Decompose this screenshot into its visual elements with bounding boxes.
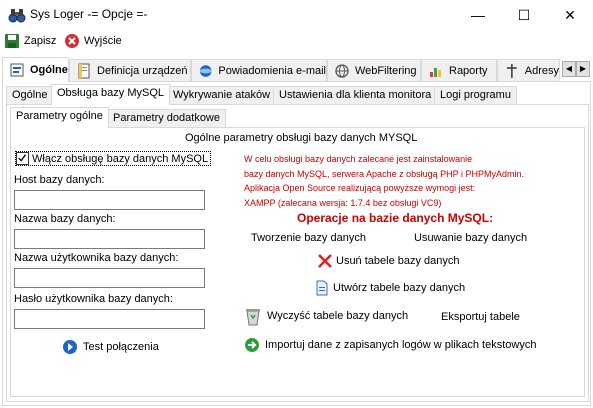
chart-icon [430,67,441,77]
innertab-additional-params[interactable]: Parametry dodatkowe [107,109,226,128]
user-input[interactable] [14,268,205,288]
close-button[interactable]: ✕ [547,0,593,30]
mysql-info-note: W celu obsługi bazy danych zalecane jest… [244,152,524,210]
subtab-attack-detection[interactable]: Wykrywanie ataków [167,86,277,105]
clear-tables-label: Wyczyść tabele bazy danych [267,310,409,322]
check-mark-icon [18,154,27,162]
section-title: Ogólne parametry obsługi bazy danych MYS… [185,132,418,144]
window-title: Sys Loger -= Opcje =- [30,7,148,21]
subtab-monitor-client[interactable]: Ustawienia dla klienta monitora [273,86,438,105]
exit-label: Wyjście [84,35,122,47]
create-tables-label: Utwórz tabele bazy danych [333,282,466,294]
note-line: Aplikacja Open Source realizującą powyżs… [244,183,476,193]
pin-icon [506,63,517,78]
tab-general[interactable]: Ogólne [2,57,69,82]
document-icon [78,63,90,78]
import-logs-button[interactable]: Importuj dane z zapisanych logów w plika… [244,337,536,353]
tab-webfiltering[interactable]: WebFiltering [327,59,421,81]
subtab-program-logs[interactable]: Logi programu [434,86,517,105]
title-bar: Sys Loger -= Opcje =- — ☐ ✕ [0,0,593,30]
tab-scroll-right-button[interactable]: ▶ [576,61,590,77]
innertab-general-params[interactable]: Parametry ogólne [10,107,109,128]
dbname-label: Nazwa bazy danych: [14,213,116,225]
binoculars-app-icon [8,9,26,23]
tab-device-definition[interactable]: Definicja urządzeń [69,59,191,81]
minimize-button[interactable]: — [455,0,501,30]
arrow-right-circle-icon [63,340,77,354]
subtab-mysql[interactable]: Obsługa bazy MySQL [51,84,170,105]
note-line: W celu obsługi bazy danych zalecane jest… [244,154,473,164]
main-tab-strip: Ogólne Definicja urządzeń Powiadomienia … [0,57,593,82]
tab-webfiltering-label: WebFiltering [355,64,417,77]
floppy-disk-icon [5,34,19,48]
user-label: Nazwa użytkownika bazy danych: [14,252,179,264]
tab-reports-label: Raporty [449,64,488,77]
delete-tables-label: Usuń tabele bazy danych [336,255,460,267]
green-arrow-icon [245,338,259,352]
clear-tables-button[interactable]: Wyczyść tabele bazy danych [244,306,408,326]
exit-button[interactable]: Wyjście [64,32,122,50]
note-line: XAMPP (zalecana wersja: 1.7.4 bez obsług… [244,197,442,208]
subtab-general[interactable]: Ogólne [6,86,54,105]
password-input[interactable] [14,309,205,329]
host-label: Host bazy danych: [14,174,105,186]
tab-general-label: Ogólne [30,64,68,76]
recycle-bin-icon [246,309,260,326]
tab-email-notifications[interactable]: Powiadomienia e-mail [191,59,327,81]
close-circle-icon [65,34,79,48]
delete-tables-button[interactable]: Usuń tabele bazy danych [317,253,460,269]
tab-reports[interactable]: Raporty [421,59,497,81]
mail-globe-icon [199,64,212,77]
operations-heading: Operacje na bazie danych MySQL: [297,211,494,225]
import-logs-label: Importuj dane z zapisanych logów w plika… [265,339,537,351]
enable-mysql-checkbox[interactable]: Włącz obsługę bazy danych MySQL [15,151,212,166]
red-x-icon [318,254,332,268]
tab-addresses-label: Adresy [524,64,559,77]
tab-device-definition-label: Definicja urządzeń [97,64,188,77]
export-table-button[interactable]: Eksportuj tabele [441,311,520,323]
save-button[interactable]: Zapisz [4,32,56,50]
save-label: Zapisz [24,35,57,47]
new-document-icon [316,280,328,296]
note-line: bazy danych MySQL, serwera Apache z obsł… [244,168,524,179]
test-connection-label: Test połączenia [83,341,159,353]
maximize-button[interactable]: ☐ [501,0,547,30]
test-connection-button[interactable]: Test połączenia [62,339,159,355]
host-input[interactable] [14,190,205,210]
password-label: Hasło użytkownika bazy danych: [14,293,173,305]
create-db-button[interactable]: Tworzenie bazy danych [251,232,366,244]
checkbox-box [16,152,29,165]
settings-page-icon [10,63,24,77]
dbname-input[interactable] [14,229,205,249]
tab-addresses[interactable]: Adresy [497,59,560,81]
globe-icon [335,63,349,78]
tab-scroll-left-button[interactable]: ◀ [562,61,576,77]
enable-mysql-label: Włącz obsługę bazy danych MySQL [32,152,209,165]
create-tables-button[interactable]: Utwórz tabele bazy danych [314,280,465,296]
delete-db-button[interactable]: Usuwanie bazy danych [414,232,527,244]
tab-email-notifications-label: Powiadomienia e-mail [218,64,326,77]
